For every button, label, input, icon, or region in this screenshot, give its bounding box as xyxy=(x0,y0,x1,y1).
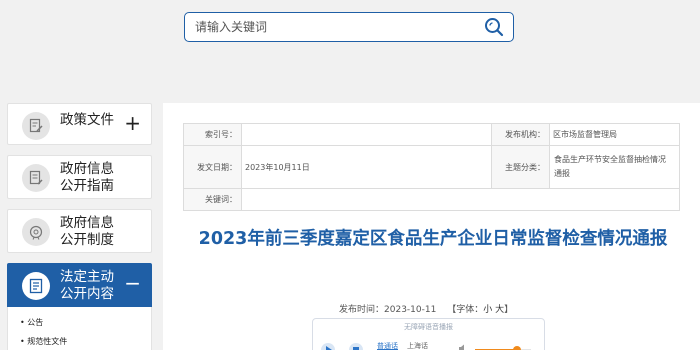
keyword-value xyxy=(241,188,680,211)
font-size-close: 】 xyxy=(504,305,514,315)
badge-seal-icon xyxy=(22,218,50,246)
index-label: 索引号： xyxy=(183,123,242,146)
search-box xyxy=(184,12,514,42)
label-line-1: 政府信息 xyxy=(60,161,114,177)
sidebar-item-label: 政府信息 公开指南 xyxy=(60,161,114,195)
collapse-toggle[interactable]: − xyxy=(124,273,141,293)
category-label: 主题分类： xyxy=(491,145,550,189)
sidebar-item-label: 政府信息 公开制度 xyxy=(60,215,114,249)
lang-shanghainese-button[interactable]: 上海话 xyxy=(407,341,428,350)
font-size-open: 【字体： xyxy=(447,305,484,315)
label-line-2: 公开制度 xyxy=(60,232,114,248)
label-line-1: 政府信息 xyxy=(60,215,114,231)
stop-icon[interactable] xyxy=(349,343,363,350)
sidebar-sub-list: 公告 规范性文件 xyxy=(7,307,152,350)
font-size-control: 【字体：小 大】 xyxy=(447,305,513,315)
volume-slider-knob[interactable] xyxy=(513,346,521,350)
volume-icon[interactable] xyxy=(459,344,467,350)
search-icon[interactable] xyxy=(483,16,505,38)
pubtime-label: 发布时间： xyxy=(339,305,385,315)
pubtime-value: 2023-10-11 xyxy=(384,305,437,315)
date-label: 发文日期： xyxy=(183,145,242,189)
article-title: 2023年前三季度嘉定区食品生产企业日常监督检查情况通报 xyxy=(198,229,668,249)
search-input[interactable] xyxy=(195,17,465,37)
sidebar: 政策文件 + 政府信息 公开指南 政府信息 公开制度 法定主动 公开内容 − 公… xyxy=(7,103,152,350)
expand-toggle[interactable]: + xyxy=(124,113,141,133)
font-large-button[interactable]: 大 xyxy=(495,305,504,315)
label-line-2: 公开指南 xyxy=(60,178,114,194)
main-content: 索引号： 发布机构： 区市场监督管理局 发文日期： 2023年10月11日 主题… xyxy=(163,103,700,350)
org-value: 区市场监督管理局 xyxy=(549,123,680,146)
sidebar-item-label: 法定主动 公开内容 xyxy=(60,269,114,303)
sidebar-item-label: 政策文件 xyxy=(60,112,114,128)
org-label: 发布机构： xyxy=(491,123,550,146)
document-meta-table: 索引号： 发布机构： 区市场监督管理局 发文日期： 2023年10月11日 主题… xyxy=(183,123,680,211)
audio-controls: 普通话 上海话 xyxy=(319,341,541,350)
publish-info: 发布时间：2023-10-11 【字体：小 大】 xyxy=(339,302,513,315)
sidebar-item-disclosure-system[interactable]: 政府信息 公开制度 xyxy=(7,209,152,253)
play-icon[interactable] xyxy=(321,343,335,350)
index-value xyxy=(241,123,492,146)
date-value: 2023年10月11日 xyxy=(241,145,492,189)
label-line-1: 法定主动 xyxy=(60,269,114,285)
sidebar-sub-item-announcement[interactable]: 公告 xyxy=(20,313,151,332)
sidebar-item-policy-documents[interactable]: 政策文件 + xyxy=(7,103,152,145)
keyword-label: 关键词： xyxy=(183,188,242,211)
sidebar-item-disclosure-guide[interactable]: 政府信息 公开指南 xyxy=(7,155,152,199)
sidebar-item-statutory-content[interactable]: 法定主动 公开内容 − xyxy=(7,263,152,307)
category-value: 食品生产环节安全监督抽检情况通报 xyxy=(549,145,680,189)
audio-player: 无障碍语音播报 普通话 上海话 xyxy=(312,318,545,350)
document-edit-icon xyxy=(22,112,50,140)
sidebar-sub-item-normative-docs[interactable]: 规范性文件 xyxy=(20,332,151,350)
document-guide-icon xyxy=(22,164,50,192)
lang-mandarin-button[interactable]: 普通话 xyxy=(377,341,398,350)
label-line-2: 公开内容 xyxy=(60,286,114,302)
list-document-icon xyxy=(22,272,50,300)
font-small-button[interactable]: 小 xyxy=(483,305,492,315)
audio-player-title: 无障碍语音播报 xyxy=(404,323,453,331)
